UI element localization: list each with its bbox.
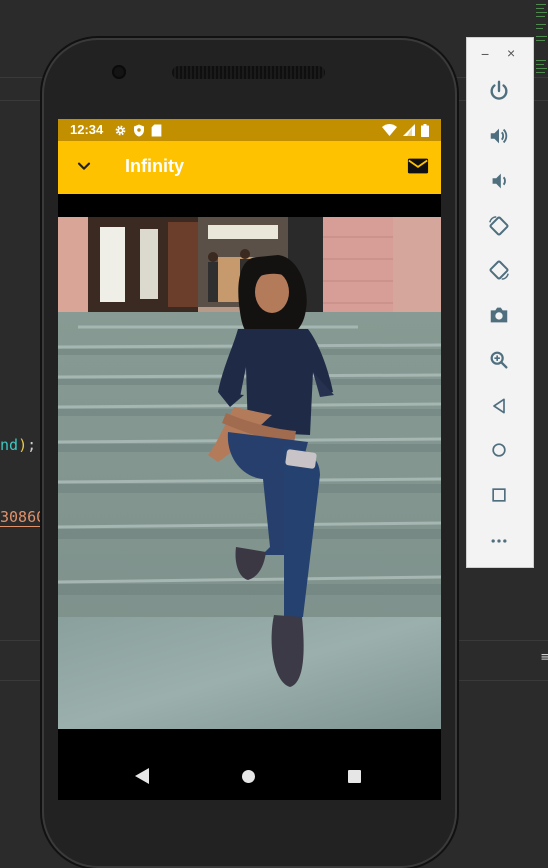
volume-up-icon (490, 128, 508, 144)
home-icon[interactable] (242, 770, 255, 783)
volume-up-button[interactable] (485, 122, 513, 150)
emulator-overview-button[interactable] (485, 481, 513, 509)
zoom-icon (490, 351, 508, 369)
emulator-home-button[interactable] (485, 436, 513, 464)
mail-icon[interactable] (407, 155, 429, 177)
back-icon[interactable] (134, 767, 150, 785)
device-screen: 12:34 Infinity (58, 119, 441, 800)
log-output (536, 4, 547, 73)
recents-icon[interactable] (348, 770, 361, 783)
settings-icon (115, 125, 126, 135)
rotate-right-button[interactable] (485, 256, 513, 284)
status-time: 12:34 (70, 122, 104, 137)
volume-down-button[interactable] (485, 167, 513, 195)
app-title: Infinity (125, 156, 184, 176)
photo-image (58, 217, 441, 729)
power-icon (490, 80, 508, 100)
signal-icon (403, 124, 415, 136)
battery-icon (421, 123, 429, 137)
app-bar: Infinity (58, 141, 441, 194)
close-button[interactable]: × (507, 45, 515, 61)
rotate-right-icon (489, 260, 509, 280)
code-fragment-number: 30860 (0, 508, 46, 527)
emulator-title-bar: − × (467, 38, 533, 70)
sd-card-icon (151, 124, 162, 136)
zoom-button[interactable] (485, 346, 513, 374)
shield-icon (134, 124, 144, 136)
status-bar: 12:34 (58, 119, 441, 141)
emulator-controls: − × (466, 37, 534, 568)
rotate-left-button[interactable] (485, 212, 513, 240)
home-icon (492, 443, 506, 457)
minimize-button[interactable]: − (481, 46, 489, 62)
front-camera (112, 65, 126, 79)
more-icon (491, 539, 507, 543)
code-fragment: nd); (0, 436, 37, 454)
rotate-left-icon (489, 216, 509, 236)
wifi-icon (382, 124, 397, 136)
menu-icon[interactable]: ≡ (541, 650, 548, 665)
chevron-down-icon[interactable] (74, 157, 94, 177)
more-button[interactable] (485, 527, 513, 555)
screenshot-button[interactable] (485, 301, 513, 329)
back-icon (493, 398, 505, 414)
power-button[interactable] (485, 77, 513, 105)
volume-down-icon (492, 173, 506, 189)
navigation-bar (58, 729, 441, 800)
emulator-back-button[interactable] (485, 392, 513, 420)
overview-icon (492, 488, 506, 502)
camera-icon (490, 307, 508, 323)
earpiece-speaker (172, 66, 325, 79)
